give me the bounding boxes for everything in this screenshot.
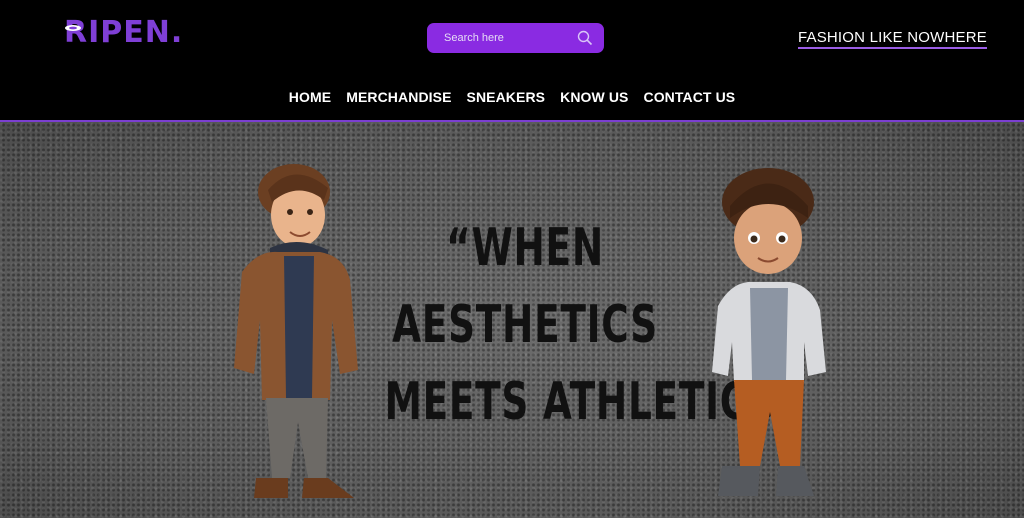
site-header: RIPEN. FASHION LIKE NOWHERE HOME MERCHAN… [0,0,1024,122]
logo-mark-icon [65,25,81,31]
hero-quote: “WHEN AESTHETICS MEETS ATHLETICS” [384,210,802,441]
logo-text: RIPEN. [64,14,184,50]
hero-banner: “WHEN AESTHETICS MEETS ATHLETICS” [0,122,1024,518]
quote-line: “WHEN [446,218,604,278]
boy-white-hoodie-illustration [712,168,826,496]
search-bar [427,23,604,53]
nav-sneakers[interactable]: SNEAKERS [467,89,546,105]
tagline-link[interactable]: FASHION LIKE NOWHERE [797,29,987,49]
main-nav: HOME MERCHANDISE SNEAKERS KNOW US CONTAC… [0,89,1024,105]
quote-line: MEETS ATHLETICS” [384,372,802,432]
quote-line: AESTHETICS [392,295,658,355]
nav-home[interactable]: HOME [289,89,331,105]
boy-brown-jacket-illustration [234,164,358,498]
search-input[interactable] [444,32,564,44]
nav-know-us[interactable]: KNOW US [560,89,628,105]
nav-contact-us[interactable]: CONTACT US [643,89,735,105]
search-icon[interactable] [576,29,594,47]
nav-merchandise[interactable]: MERCHANDISE [346,89,451,105]
logo[interactable]: RIPEN. [64,14,183,50]
